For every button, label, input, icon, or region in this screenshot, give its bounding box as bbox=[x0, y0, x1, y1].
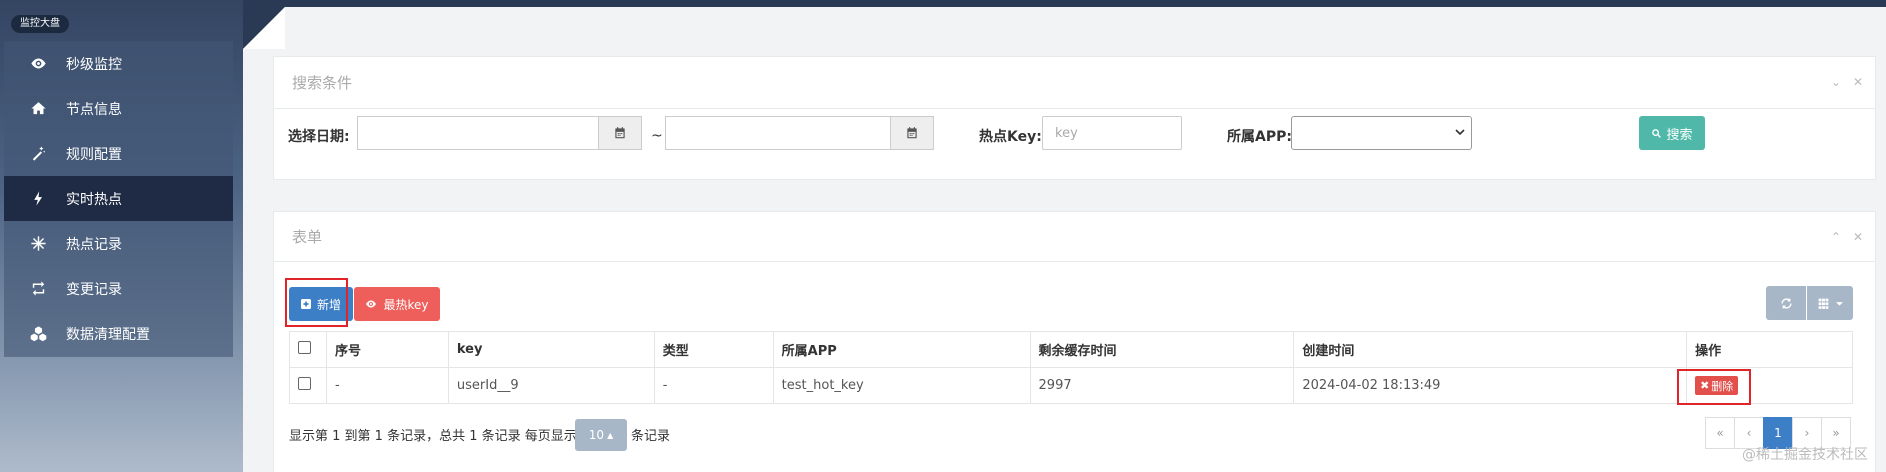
sidebar: 监控大盘 秒级监控 节点信息 规则配置 实时热点 热点记录 变更记录 数据清理配… bbox=[0, 0, 243, 472]
sidebar-menu: 秒级监控 节点信息 规则配置 实时热点 热点记录 变更记录 数据清理配置 bbox=[4, 41, 233, 357]
caret-down-icon bbox=[1836, 301, 1843, 306]
cell-created: 2024-04-02 18:13:49 bbox=[1293, 367, 1688, 404]
chevron-down-icon bbox=[1455, 129, 1465, 136]
sidebar-item-label: 热点记录 bbox=[66, 236, 122, 253]
table-panel-header: 表单 ⌃ ✕ bbox=[274, 212, 1875, 262]
date-label: 选择日期: bbox=[288, 129, 350, 145]
cell-key: userId__9 bbox=[447, 367, 655, 404]
page-size-dropdown[interactable]: 10 ▲ bbox=[575, 419, 627, 451]
chevron-down-icon[interactable]: ⌄ bbox=[1831, 75, 1841, 89]
refresh-icon bbox=[1780, 298, 1792, 308]
pagination-summary: 显示第 1 到第 1 条记录，总共 1 条记录 每页显示 bbox=[289, 429, 577, 444]
table-panel: 表单 ⌃ ✕ 新增 最热key 序号 key 类型 所属APP 剩余缓存时间 创… bbox=[273, 211, 1876, 472]
sidebar-item-label: 节点信息 bbox=[66, 101, 122, 118]
cell-index: - bbox=[325, 367, 449, 404]
select-all-checkbox[interactable] bbox=[298, 341, 311, 354]
grid-icon bbox=[1818, 298, 1829, 309]
hotkey-input[interactable]: key bbox=[1042, 116, 1182, 150]
app-select[interactable] bbox=[1291, 116, 1472, 150]
start-date-input[interactable] bbox=[357, 116, 599, 150]
caret-up-icon: ▲ bbox=[607, 430, 614, 440]
cubes-icon bbox=[27, 323, 49, 345]
watermark: @稀土掘金技术社区 bbox=[1742, 447, 1868, 463]
table-header-row: 序号 key 类型 所属APP 剩余缓存时间 创建时间 操作 bbox=[289, 331, 1853, 368]
table-row: - userId__9 - test_hot_key 2997 2024-04-… bbox=[289, 367, 1853, 404]
column-header[interactable]: 所属APP bbox=[772, 331, 1031, 368]
sidebar-item-label: 规则配置 bbox=[66, 146, 122, 163]
pagination-suffix: 条记录 bbox=[631, 429, 671, 444]
hotkey-label: 热点Key: bbox=[979, 129, 1042, 145]
column-header[interactable]: 剩余缓存时间 bbox=[1029, 331, 1295, 368]
sidebar-item-hot-record[interactable]: 热点记录 bbox=[4, 221, 233, 266]
row-select-cell[interactable] bbox=[289, 367, 327, 404]
hottest-key-button[interactable]: 最热key bbox=[354, 287, 440, 321]
search-icon bbox=[1652, 128, 1662, 138]
top-bar bbox=[243, 0, 1886, 7]
sidebar-item-second-monitor[interactable]: 秒级监控 bbox=[4, 41, 233, 86]
app-label: 所属APP: bbox=[1227, 129, 1292, 145]
snowflake-icon bbox=[27, 233, 49, 255]
chevron-up-icon[interactable]: ⌃ bbox=[1831, 230, 1841, 244]
hot-key-table: 序号 key 类型 所属APP 剩余缓存时间 创建时间 操作 - userId_… bbox=[289, 331, 1853, 404]
sidebar-item-change-record[interactable]: 变更记录 bbox=[4, 266, 233, 311]
eye-icon bbox=[27, 53, 49, 75]
end-date-input[interactable] bbox=[665, 116, 891, 150]
highlight-outline bbox=[1677, 369, 1751, 405]
sidebar-item-label: 数据清理配置 bbox=[66, 326, 150, 343]
eye-icon bbox=[366, 300, 377, 308]
column-header[interactable]: 创建时间 bbox=[1293, 331, 1688, 368]
select-all-cell[interactable] bbox=[289, 331, 327, 368]
brand-badge[interactable]: 监控大盘 bbox=[11, 15, 69, 33]
hottest-key-label: 最热key bbox=[383, 297, 429, 312]
sidebar-item-realtime-hot[interactable]: 实时热点 bbox=[4, 176, 233, 221]
column-header[interactable]: 序号 bbox=[325, 331, 449, 368]
sidebar-item-rule-config[interactable]: 规则配置 bbox=[4, 131, 233, 176]
search-button[interactable]: 搜索 bbox=[1639, 116, 1705, 150]
page-size-value: 10 bbox=[588, 428, 605, 442]
columns-toggle-button[interactable] bbox=[1807, 286, 1853, 320]
sidebar-item-label: 变更记录 bbox=[66, 281, 122, 298]
home-icon bbox=[27, 98, 49, 120]
refresh-button[interactable] bbox=[1766, 286, 1806, 320]
lightning-icon bbox=[27, 188, 49, 210]
panel-title: 搜索条件 bbox=[292, 74, 353, 92]
close-icon[interactable]: ✕ bbox=[1853, 230, 1863, 244]
cell-app: test_hot_key bbox=[772, 367, 1031, 404]
sidebar-item-node-info[interactable]: 节点信息 bbox=[4, 86, 233, 131]
date-separator: ~ bbox=[651, 128, 663, 144]
cell-type: - bbox=[653, 367, 774, 404]
magic-wand-icon bbox=[27, 143, 49, 165]
highlight-outline bbox=[285, 278, 348, 327]
column-header[interactable]: 类型 bbox=[653, 331, 774, 368]
panel-title: 表单 bbox=[292, 228, 323, 246]
sidebar-item-label: 实时热点 bbox=[66, 191, 122, 208]
sidebar-item-label: 秒级监控 bbox=[66, 56, 122, 73]
calendar-icon[interactable] bbox=[890, 116, 934, 150]
search-row: 选择日期: ~ 热点Key: key 所属APP: 搜索 bbox=[274, 116, 1875, 176]
sidebar-item-data-cleanup[interactable]: 数据清理配置 bbox=[4, 311, 233, 356]
calendar-icon[interactable] bbox=[598, 116, 642, 150]
search-panel-header: 搜索条件 ⌄ ✕ bbox=[274, 57, 1875, 109]
retweet-icon bbox=[27, 278, 49, 300]
column-header[interactable]: 操作 bbox=[1686, 331, 1853, 368]
pager-first[interactable]: « bbox=[1705, 417, 1735, 449]
cell-ttl: 2997 bbox=[1029, 367, 1295, 404]
column-header[interactable]: key bbox=[447, 331, 655, 368]
search-panel: 搜索条件 ⌄ ✕ 选择日期: ~ 热点Key: key 所属APP: 搜索 bbox=[273, 56, 1876, 180]
corner-fold bbox=[243, 7, 285, 49]
close-icon[interactable]: ✕ bbox=[1853, 75, 1863, 89]
search-button-label: 搜索 bbox=[1666, 127, 1693, 143]
row-checkbox[interactable] bbox=[298, 377, 311, 390]
